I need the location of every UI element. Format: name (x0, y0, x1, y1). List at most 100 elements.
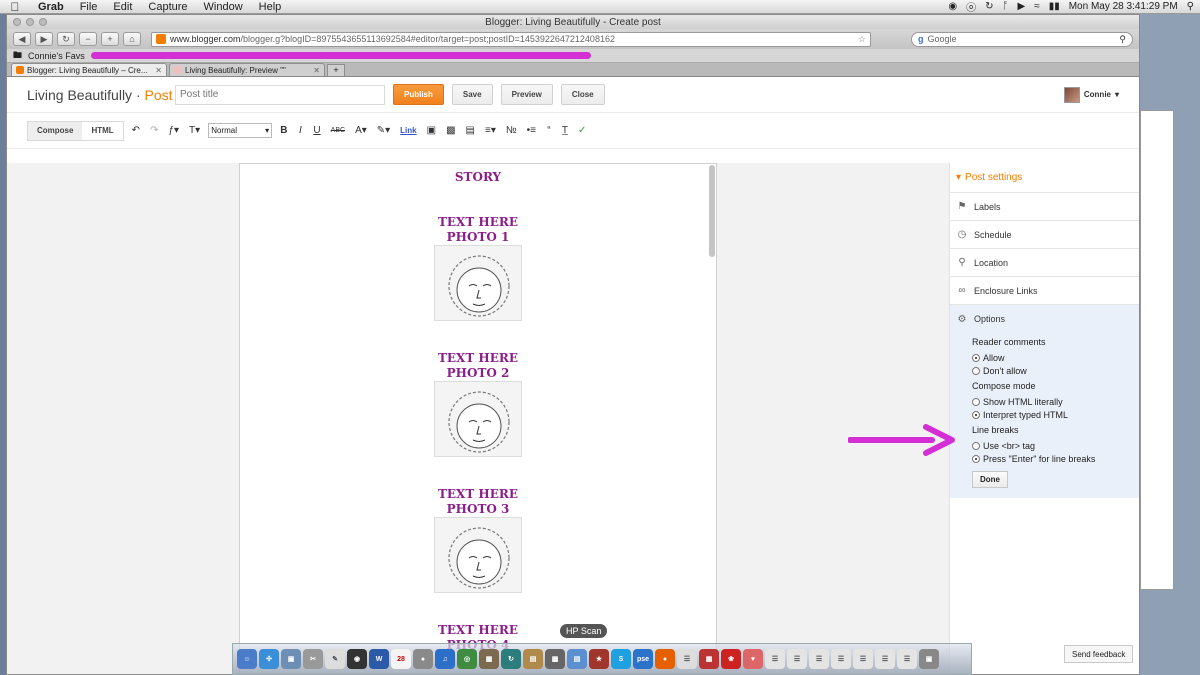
clock-text[interactable]: Mon May 28 3:41:29 PM (1069, 1, 1178, 12)
highlight-color-icon[interactable]: ✎▾ (375, 125, 392, 136)
tab-compose[interactable]: Compose (28, 121, 83, 140)
hp-scan-icon[interactable]: ▤ (567, 649, 587, 669)
numbered-list-icon[interactable]: № (504, 125, 519, 136)
radio-use-br[interactable]: Use <br> tag (972, 439, 1139, 452)
insert-image-icon[interactable]: ▣ (425, 125, 438, 136)
menu-edit[interactable]: Edit (105, 1, 140, 13)
text-color-icon[interactable]: A▾ (353, 125, 369, 136)
back-icon[interactable]: ◀ (13, 32, 31, 46)
reload-icon[interactable]: ↻ (57, 32, 75, 46)
face-drawing-image[interactable] (434, 245, 522, 321)
tab-preview[interactable]: Living Beautifully: Preview "" ✕ (169, 63, 325, 76)
radio-press-enter[interactable]: Press "Enter" for line breaks (972, 452, 1139, 465)
document-icon[interactable]: ☰ (677, 649, 697, 669)
bulleted-list-icon[interactable]: •≡ (525, 125, 538, 136)
post-title-input[interactable] (175, 84, 385, 105)
time-machine-icon[interactable]: ↻ (985, 1, 993, 12)
scissors-app-icon[interactable]: ✂ (303, 649, 323, 669)
file-icon[interactable]: ☰ (765, 649, 785, 669)
zoom-window-icon[interactable] (39, 18, 47, 26)
photo-booth-icon[interactable]: ★ (589, 649, 609, 669)
file-icon[interactable]: ☰ (897, 649, 917, 669)
insert-jump-break-icon[interactable]: ▤ (464, 125, 477, 136)
minimize-window-icon[interactable] (26, 18, 34, 26)
font-size-icon[interactable]: T▾ (187, 125, 202, 136)
search-field[interactable]: g Google ⚲ (911, 31, 1133, 47)
settings-item-location[interactable]: ⚲ Location (950, 249, 1139, 277)
firefox-icon[interactable]: ● (655, 649, 675, 669)
blog-name[interactable]: Living Beautifully (27, 87, 132, 103)
menu-capture[interactable]: Capture (140, 1, 195, 13)
file-icon[interactable]: ☰ (853, 649, 873, 669)
redo-icon[interactable]: ↷ (148, 125, 160, 136)
publish-button[interactable]: Publish (393, 84, 444, 105)
file-icon[interactable]: ☰ (787, 649, 807, 669)
photoshop-elements-icon[interactable]: pse (633, 649, 653, 669)
save-button[interactable]: Save (451, 84, 493, 105)
insert-video-icon[interactable]: ▩ (444, 125, 457, 136)
magnifier-icon[interactable]: ⚲ (1119, 34, 1126, 45)
face-drawing-image[interactable] (434, 517, 522, 593)
bookmark-star-icon[interactable]: ☆ (858, 34, 866, 45)
menu-app-grab[interactable]: Grab (30, 1, 72, 13)
quote-icon[interactable]: “ (544, 125, 554, 136)
camera-app-icon[interactable]: ◉ (347, 649, 367, 669)
underline-icon[interactable]: U (311, 125, 322, 136)
apple-icon[interactable]:  (0, 0, 30, 14)
tab-create-post[interactable]: Blogger: Living Beautifully – Cre... ✕ (11, 63, 167, 76)
new-tab-button[interactable]: + (327, 64, 345, 76)
radio-unchecked-icon[interactable] (972, 441, 980, 450)
safari-icon[interactable]: ✣ (259, 649, 279, 669)
battery-icon[interactable]: ▮▮ (1049, 1, 1060, 12)
itunes-icon[interactable]: ♫ (435, 649, 455, 669)
skype-icon[interactable]: ⓞ (966, 0, 976, 14)
time-machine-app-icon[interactable]: ↻ (501, 649, 521, 669)
settings-item-enclosure-links[interactable]: ∞ Enclosure Links (950, 277, 1139, 305)
account-menu[interactable]: Connie ▾ (1063, 86, 1119, 103)
format-select[interactable]: Normal ▾ (208, 123, 273, 138)
zoom-in-icon[interactable]: + (101, 32, 119, 46)
undo-icon[interactable]: ↶ (130, 125, 142, 136)
notes-app-icon[interactable]: ✎ (325, 649, 345, 669)
settings-item-options[interactable]: ⚙ Options (950, 305, 1139, 333)
contacts-icon[interactable]: ● (413, 649, 433, 669)
font-family-icon[interactable]: ƒ▾ (166, 125, 181, 136)
settings-item-labels[interactable]: ⚑ Labels (950, 193, 1139, 221)
send-feedback-button[interactable]: Send feedback (1064, 645, 1134, 663)
radio-checked-icon[interactable] (972, 353, 980, 362)
radio-dont-allow[interactable]: Don't allow (972, 364, 1139, 377)
search-icon[interactable]: ⚲ (1187, 1, 1194, 12)
link-button[interactable]: Link (398, 126, 418, 135)
done-button[interactable]: Done (972, 471, 1008, 488)
home-icon[interactable]: ⌂ (123, 32, 141, 46)
image-capture-icon[interactable]: ▩ (545, 649, 565, 669)
close-tab-icon[interactable]: ✕ (155, 66, 162, 75)
post-settings-header[interactable]: ▾ Post settings (950, 163, 1139, 193)
word-icon[interactable]: W (369, 649, 389, 669)
strikethrough-icon[interactable]: ABC (329, 127, 347, 134)
wifi-icon[interactable]: ≈ (1034, 1, 1040, 12)
preview-app-icon[interactable]: ▣ (281, 649, 301, 669)
bookmark-folder-favs[interactable]: Connie's Favs (28, 51, 85, 61)
settings-item-schedule[interactable]: ◷ Schedule (950, 221, 1139, 249)
post-body-editor[interactable]: STORY TEXT HERE PHOTO 1 TEXT HERE PHOTO … (239, 163, 717, 674)
forward-icon[interactable]: ▶ (35, 32, 53, 46)
dropbox-icon[interactable]: ◉ (948, 1, 957, 12)
volume-icon[interactable]: ▶ (1018, 1, 1026, 12)
radio-checked-icon[interactable] (972, 410, 980, 419)
face-drawing-image[interactable] (434, 381, 522, 457)
menu-window[interactable]: Window (196, 1, 251, 13)
menu-file[interactable]: File (72, 1, 106, 13)
close-button[interactable]: Close (560, 84, 605, 105)
preview-button[interactable]: Preview (500, 84, 553, 105)
bluetooth-icon[interactable]: ᚩ (1003, 1, 1009, 12)
tab-html[interactable]: HTML (82, 122, 122, 140)
iphoto-icon[interactable]: ▦ (479, 649, 499, 669)
close-tab-icon[interactable]: ✕ (313, 66, 320, 75)
address-bar[interactable]: www.blogger.com/blogger.g?blogID=8975543… (151, 31, 871, 47)
editor-scrollbar[interactable] (709, 165, 715, 257)
radio-checked-icon[interactable] (972, 454, 980, 463)
radio-interpret-html[interactable]: Interpret typed HTML (972, 408, 1139, 421)
trash-icon[interactable]: ▣ (919, 649, 939, 669)
flower-app-icon[interactable]: ❀ (721, 649, 741, 669)
